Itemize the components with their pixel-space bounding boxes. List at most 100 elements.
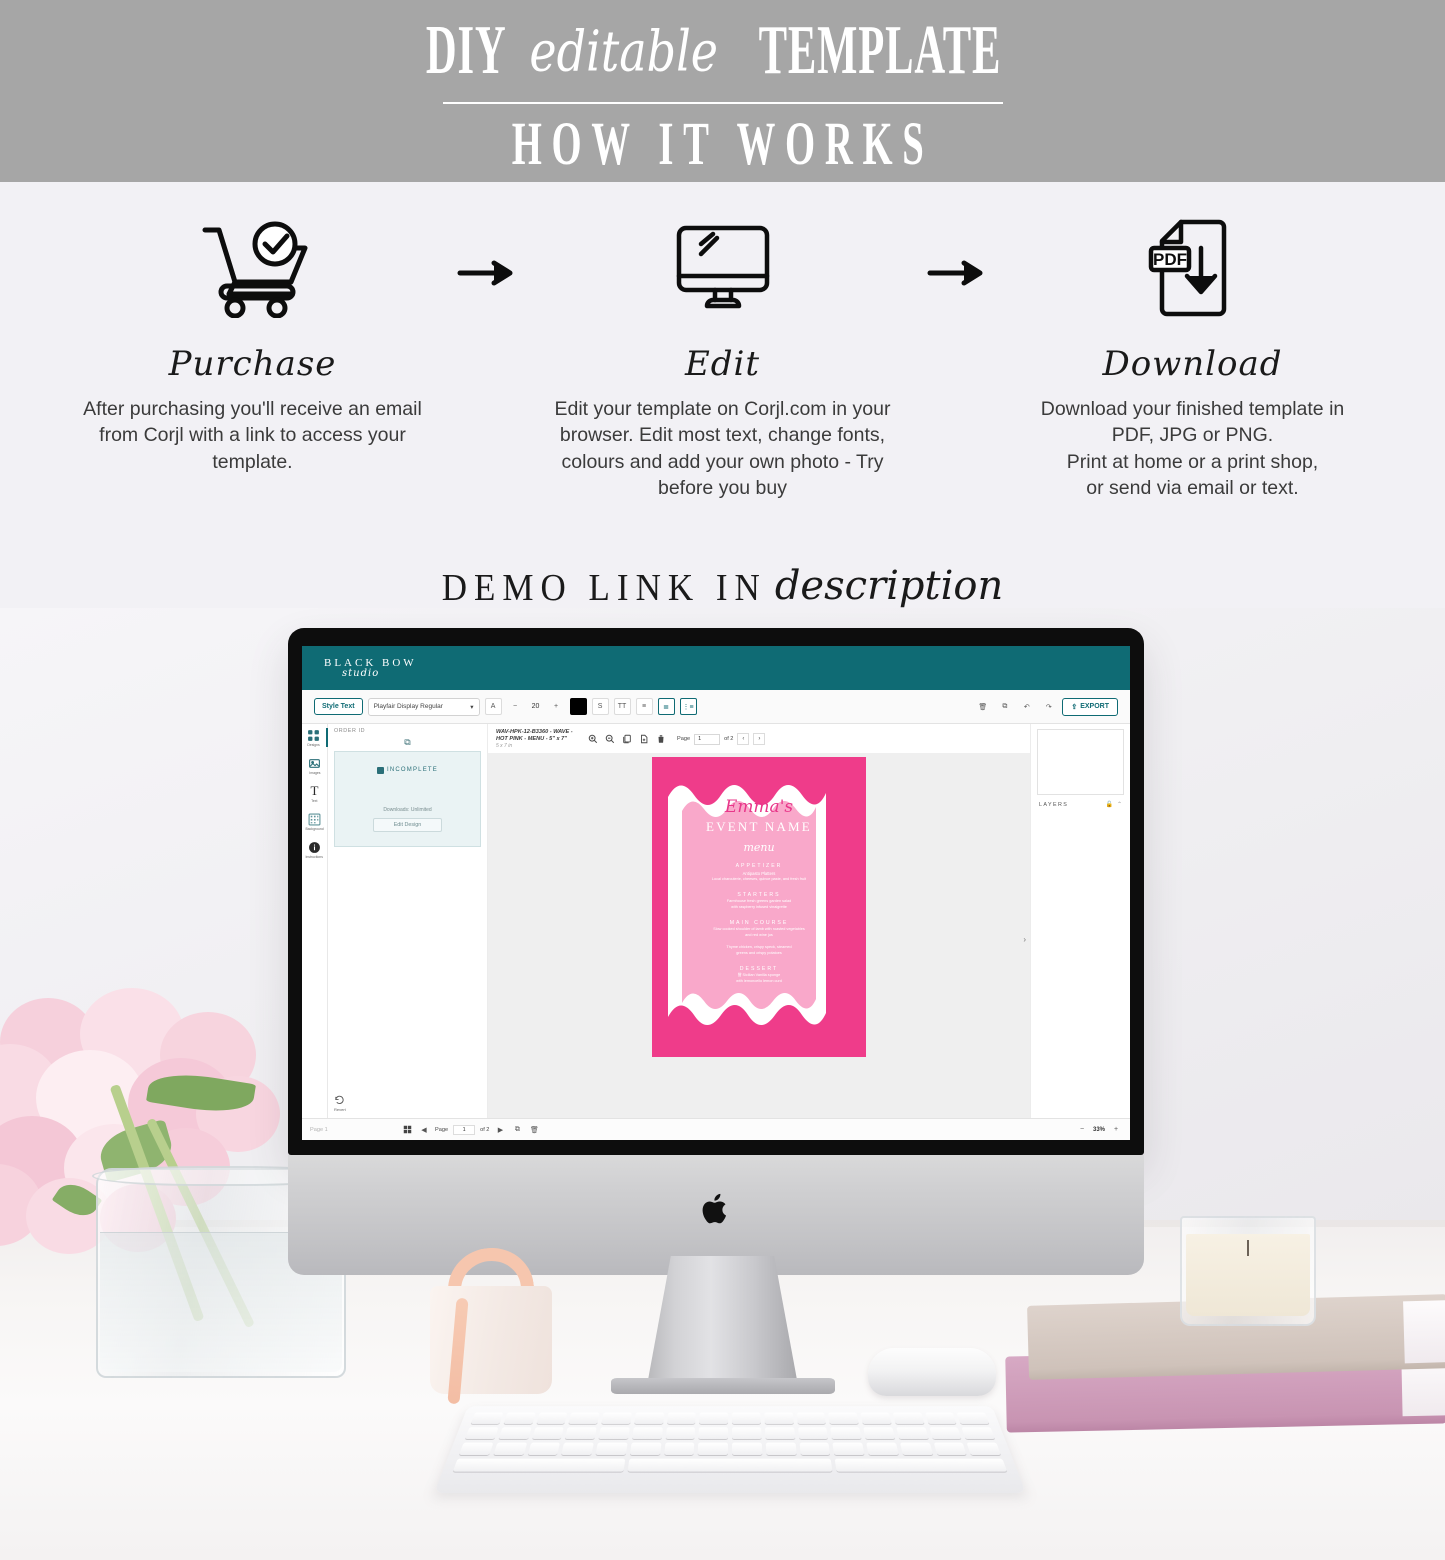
step-desc-download: Download your finished template in PDF, …: [1040, 398, 1345, 499]
menu-card-preview[interactable]: Emma's EVENT NAME menu APPETIZER Antipas…: [652, 756, 866, 1057]
apple-logo-icon: [702, 1193, 727, 1224]
font-family-value: Playfair Display Regular: [373, 703, 443, 710]
layers-panel: LAYERS 🔓 ⌃: [1030, 724, 1130, 1118]
sidebar-label-background: Background: [305, 827, 324, 831]
menu-card-menu-word: menu: [743, 840, 775, 854]
menu-section-line2: with raspberry infused vinaigrette: [731, 905, 787, 910]
bullet-list-icon[interactable]: ⋮≡: [679, 698, 697, 715]
zoom-out-button[interactable]: −: [1076, 1124, 1088, 1136]
export-button[interactable]: ⇪ EXPORT: [1062, 697, 1118, 716]
copy-icon[interactable]: ⧉: [996, 698, 1013, 715]
status-badge-square: [376, 766, 384, 774]
chevron-up-icon[interactable]: ⌃: [1117, 801, 1122, 808]
monitor-bezel: BLACK BOW studio Style Text Playfair Dis…: [288, 628, 1144, 1155]
background-icon: [308, 812, 322, 826]
delete-page-icon[interactable]: [654, 733, 667, 746]
play-left-icon[interactable]: ◀: [418, 1124, 430, 1136]
shopping-cart-check-icon: [197, 208, 309, 328]
document-size: 5 x 7 in: [496, 742, 513, 749]
imac-computer: BLACK BOW studio Style Text Playfair Dis…: [288, 628, 1144, 1275]
panel-tools: ⧉: [334, 734, 481, 751]
arrow-2: [913, 208, 1003, 286]
header-banner: DIY editable TEMPLATE HOW IT WORKS: [0, 0, 1445, 182]
document-name-text: WAV-HPK-12-B3360 - WAVE - HOT PINK - MEN…: [496, 729, 573, 742]
text-case-icon[interactable]: A: [484, 698, 502, 715]
imac-stand-neck: [646, 1256, 799, 1388]
line-height-icon[interactable]: ≡: [635, 698, 653, 715]
step-label-edit: Edit: [684, 344, 761, 384]
demo-link-line: DEMO LINK IN description: [0, 563, 1445, 609]
font-family-select[interactable]: Playfair Display Regular ▾: [367, 697, 480, 716]
page-total: of 2: [724, 736, 734, 743]
edit-design-button[interactable]: Edit Design: [372, 817, 443, 832]
duplicate-page-icon[interactable]: ⧉: [511, 1124, 523, 1136]
sidebar-label-text: Text: [311, 799, 318, 803]
menu-section-line1: Slow cooked shoulder of lamb with roaste…: [713, 926, 805, 931]
page-title: DIY editable TEMPLATE: [417, 11, 1028, 91]
canvas-expand-chevron-icon[interactable]: ›: [1023, 935, 1026, 944]
instructions-info-icon: [308, 840, 322, 854]
caps-icon[interactable]: TT: [613, 698, 631, 715]
chevron-left-icon[interactable]: ‹: [737, 733, 750, 746]
status-page-input[interactable]: 1: [453, 1124, 476, 1135]
demo-script: description: [774, 563, 1004, 610]
duplicate-icon[interactable]: ⧉: [404, 737, 410, 748]
trash-page-icon[interactable]: 🗑: [528, 1124, 540, 1136]
design-card[interactable]: INCOMPLETE Downloads: Unlimited Edit Des…: [334, 751, 481, 847]
font-size-value[interactable]: 20: [529, 703, 543, 710]
sidebar-item-text[interactable]: T Text: [302, 783, 328, 803]
step-desc-edit: Edit your template on Corjl.com in your …: [554, 398, 891, 499]
sidebar-item-background[interactable]: Background: [302, 812, 328, 831]
images-icon: [308, 756, 322, 770]
downloads-text: Downloads: Unlimited: [383, 806, 432, 813]
redo-icon[interactable]: ↷: [1040, 698, 1057, 715]
magic-mouse: [868, 1348, 996, 1396]
zoom-in-icon[interactable]: [586, 733, 599, 746]
sidebar-item-designs[interactable]: Designs: [302, 728, 328, 747]
menu-section-heading: STARTERS: [737, 891, 781, 898]
step-edit: Edit Edit your template on Corjl.com in …: [533, 208, 913, 501]
arrow-1: [443, 208, 533, 286]
canvas-toolbar: WAV-HPK-12-B3360 - WAVE - HOT PINK - MEN…: [488, 724, 1030, 753]
add-page-icon[interactable]: [637, 733, 650, 746]
export-icon: ⇪: [1071, 703, 1078, 711]
font-size-decrease-button[interactable]: −: [507, 698, 524, 715]
strikethrough-icon[interactable]: S: [591, 698, 609, 715]
sidebar-label-designs: Designs: [307, 743, 320, 747]
text-icon: T: [310, 783, 319, 798]
menu-section-heading: MAIN COURSE: [729, 919, 789, 926]
sidebar-label-instructions: Instructions: [305, 855, 324, 859]
book-pages: [1403, 1300, 1445, 1364]
align-left-icon[interactable]: ≣: [657, 698, 675, 715]
sidebar-item-images[interactable]: Images: [302, 756, 328, 775]
zoom-out-icon[interactable]: [603, 733, 616, 746]
menu-card-name: Emma's: [724, 796, 794, 817]
page-input[interactable]: 1: [694, 733, 721, 745]
sidebar-item-instructions[interactable]: Instructions: [302, 840, 328, 859]
text-color-swatch[interactable]: [569, 698, 587, 715]
trash-icon[interactable]: 🗑: [974, 698, 991, 715]
status-bar: Page 1 ◀ Page 1 of 2 ▶ ⧉ 🗑 − 33% +: [302, 1118, 1130, 1140]
ceramic-cup: [430, 1286, 552, 1394]
menu-section-line1: 嘗 Sicilian Vanilla sponge: [737, 972, 781, 977]
status-badge-label: INCOMPLETE: [386, 767, 438, 773]
arrow-right-icon: [457, 260, 512, 286]
grid-view-icon[interactable]: [401, 1124, 413, 1136]
menu-section-line2: with lemoncello lemon curd: [736, 979, 782, 984]
font-size-increase-button[interactable]: +: [548, 698, 565, 715]
lock-icon[interactable]: 🔓: [1105, 801, 1112, 808]
steps-row: Purchase After purchasing you'll receive…: [0, 182, 1445, 501]
demo-caps: DEMO LINK IN: [441, 566, 767, 610]
menu-section-heading: DESSERT: [739, 965, 779, 972]
undo-icon[interactable]: ↶: [1018, 698, 1035, 715]
play-right-icon[interactable]: ▶: [494, 1124, 506, 1136]
copy-page-icon[interactable]: [620, 733, 633, 746]
revert-button[interactable]: Revert: [334, 1095, 346, 1112]
layers-header: LAYERS 🔓 ⌃: [1037, 795, 1124, 809]
sidebar-label-images: Images: [308, 771, 321, 775]
candle-jar: [1180, 1216, 1316, 1326]
chevron-right-icon[interactable]: ›: [753, 733, 766, 746]
zoom-in-button[interactable]: +: [1110, 1124, 1122, 1136]
style-text-button[interactable]: Style Text: [314, 698, 363, 715]
chevron-down-icon: ▾: [470, 703, 474, 711]
